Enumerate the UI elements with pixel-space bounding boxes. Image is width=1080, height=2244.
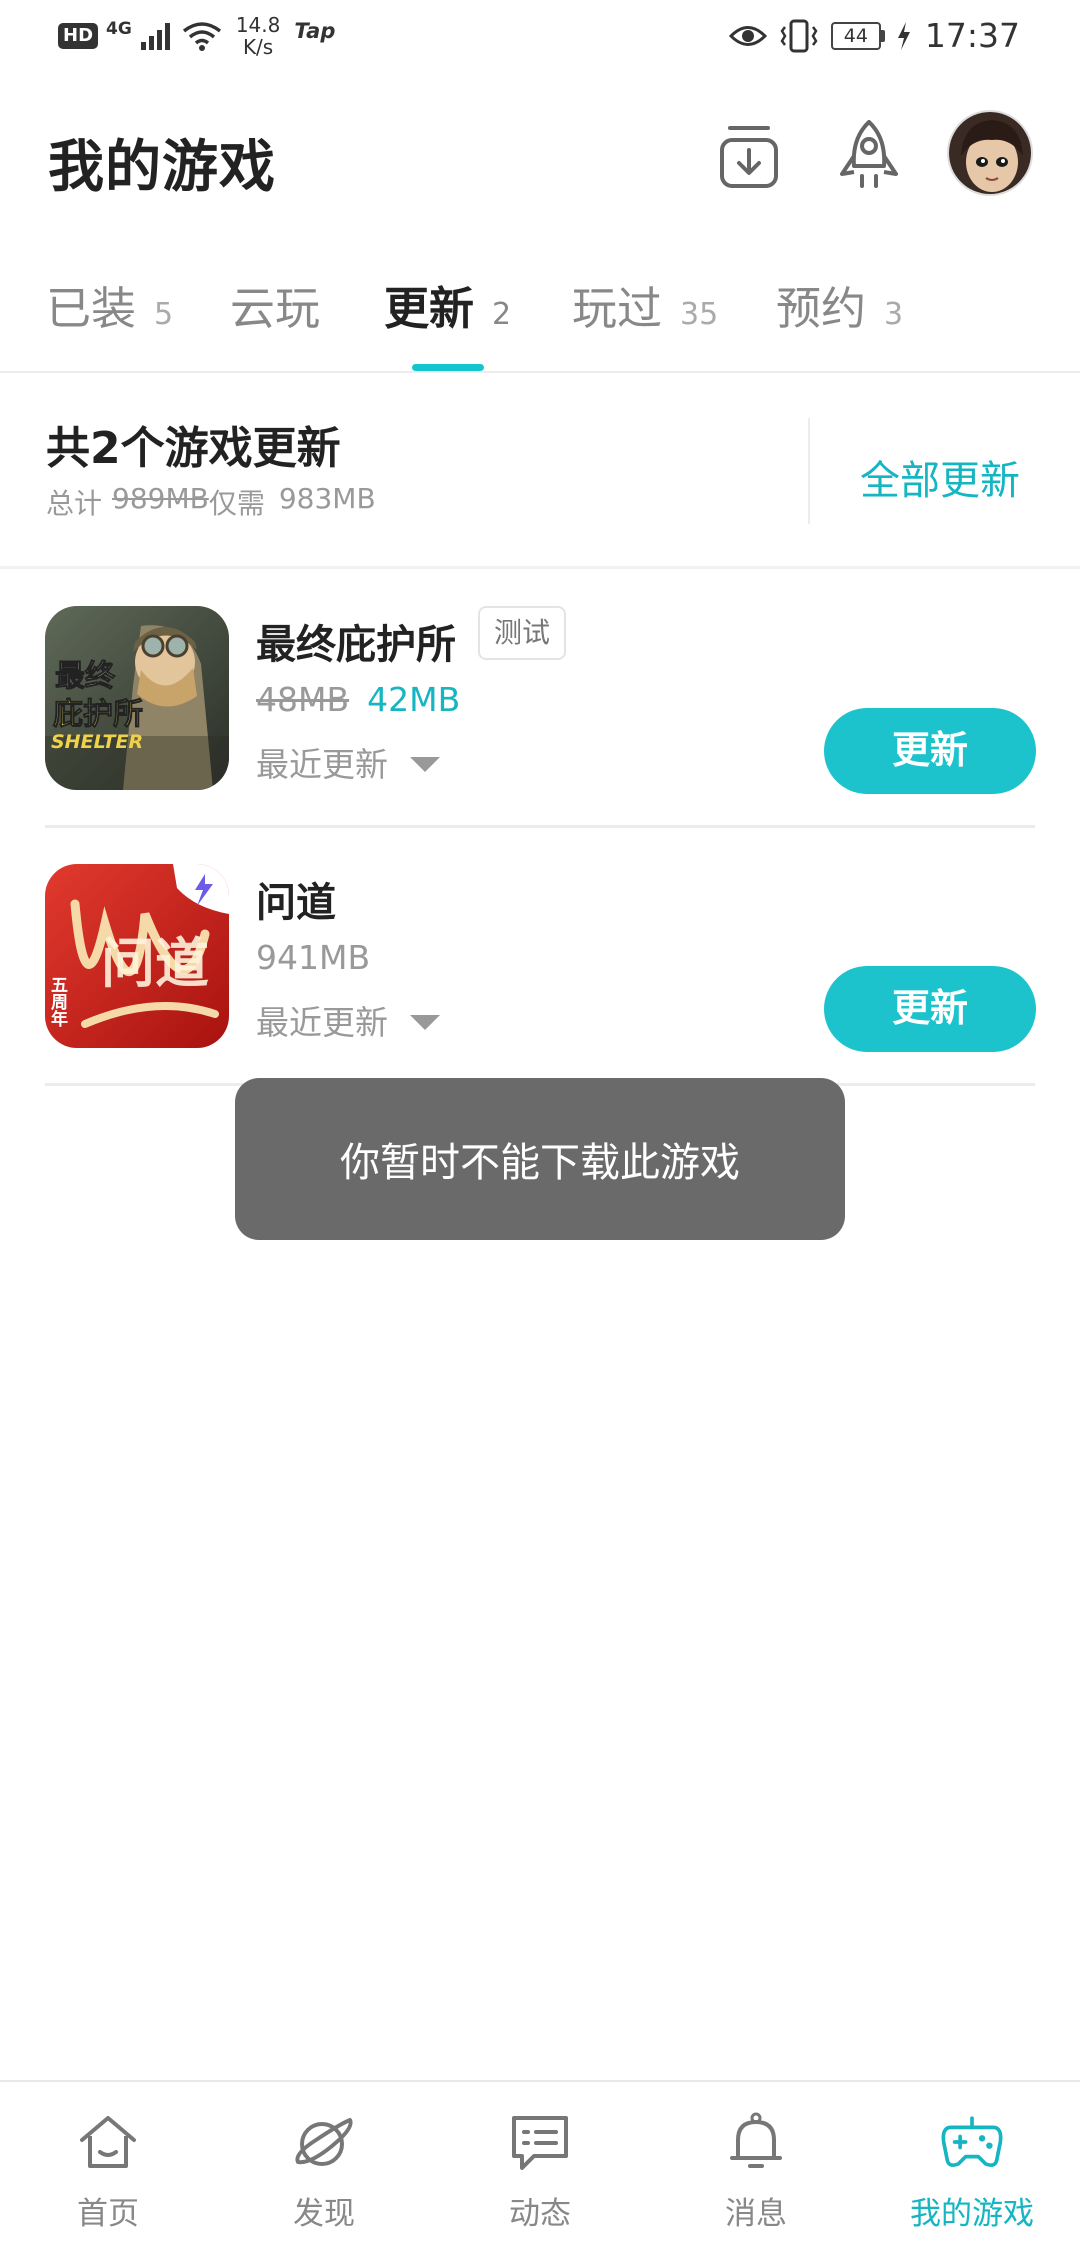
bell-icon [724,2110,788,2174]
battery-level: 44 [830,21,881,50]
tab-cloud-play[interactable]: 云玩 [230,272,320,337]
eye-icon [728,25,767,46]
nav-label: 发现 [293,2196,355,2232]
hd-badge: HD [58,23,99,49]
net-speed: 14.8 K/s [236,14,281,58]
charging-icon [897,21,910,50]
signal-icon [140,23,170,50]
dropdown-arrow-icon [410,1014,440,1030]
nav-label: 消息 [725,2196,787,2232]
update-summary-size: 总计 989MB 仅需 983MB [46,482,376,522]
user-avatar[interactable] [947,110,1033,196]
game-icon-final-shelter[interactable]: 最终 庇护所 SHELTER [45,606,229,790]
tab-label: 预约 [776,282,867,335]
avatar-image [949,112,1031,194]
download-manager-button[interactable] [712,118,786,192]
status-right: 44 17:37 [728,16,1020,55]
status-bar: HD 4G 14.8 K/s Tap 44 17:37 [0,0,1080,72]
bottom-navigation: 首页 发现 动态 消息 我的游戏 [0,2080,1080,2244]
game-tabs: 已装 5 云玩 更新 2 玩过 35 预约 3 [0,272,1080,372]
clock: 17:37 [924,16,1020,55]
tab-count: 2 [492,297,512,332]
recent-update-label: 最近更新 [256,1003,388,1042]
tab-label: 更新 [384,282,475,335]
recent-update-toggle[interactable]: 最近更新 [256,996,440,1044]
icon-text: 庇护所 [53,697,143,732]
new-size: 42MB [367,680,461,719]
wifi-icon [182,22,221,51]
nav-my-games[interactable]: 我的游戏 [892,2082,1052,2244]
total-mid-text: 仅需 [208,487,265,520]
tab-played[interactable]: 玩过 35 [572,272,718,337]
tab-reserved[interactable]: 预约 3 [776,272,903,337]
tab-installed[interactable]: 已装 5 [46,272,173,337]
chat-icon [508,2110,572,2174]
nav-label: 动态 [509,2196,571,2232]
icon-text: 五周年 [47,976,68,1028]
status-left: HD 4G 14.8 K/s Tap [58,14,335,58]
rocket-icon [840,120,898,188]
old-size: 48MB [256,680,350,719]
recent-update-label: 最近更新 [256,745,388,784]
total-prefix: 总计 [46,487,103,520]
toast-message: 你暂时不能下载此游戏 [235,1078,845,1240]
dropdown-arrow-icon [410,756,440,772]
tab-updates[interactable]: 更新 2 [384,272,511,337]
planet-icon [292,2110,356,2174]
summary-divider-vertical [808,418,810,524]
net-speed-value: 14.8 [235,13,281,37]
battery-tip [880,29,885,42]
network-type: 4G [106,19,132,39]
icon-text: SHELTER [51,731,143,753]
battery-indicator: 44 [830,21,885,50]
tab-label: 玩过 [572,282,663,335]
game-list-item[interactable]: 最终 庇护所 SHELTER 最终庇护所 测试 48MB 42MB 最近更新 更… [0,568,1080,828]
nav-home[interactable]: 首页 [28,2082,188,2244]
tab-label: 已装 [46,282,137,335]
test-badge: 测试 [478,606,567,660]
tab-label: 云玩 [230,282,321,335]
active-tab-indicator [412,364,484,371]
game-list-item[interactable]: 问道 五周年 问道 941MB 最近更新 更新 [0,826,1080,1086]
game-title[interactable]: 问道 [256,870,336,928]
icon-text: 最终 [55,659,116,694]
nav-label: 首页 [77,2196,139,2232]
update-summary-title: 共2个游戏更新 [46,423,341,474]
game-size-value: 941MB [256,938,371,977]
game-icon-image: 最终 庇护所 SHELTER [45,606,229,790]
update-button[interactable]: 更新 [824,966,1036,1052]
tab-count: 3 [884,297,904,332]
icon-text: 问道 [101,931,209,995]
tab-count: 35 [680,297,719,332]
nav-label: 我的游戏 [910,2196,1034,2232]
total-new-size: 983MB [278,482,376,515]
nav-feed[interactable]: 动态 [460,2082,620,2244]
net-speed-unit: K/s [242,35,274,59]
game-size: 941MB [256,938,370,977]
tab-count: 5 [154,297,174,332]
download-icon [720,126,778,188]
update-all-button[interactable]: 全部更新 [860,448,1020,506]
game-icon-wendao[interactable]: 问道 五周年 [45,864,229,1048]
recent-update-toggle[interactable]: 最近更新 [256,738,440,786]
page-title: 我的游戏 [48,135,276,200]
tabs-divider [0,371,1080,373]
nav-messages[interactable]: 消息 [676,2082,836,2244]
home-icon [76,2110,140,2174]
gamepad-icon [940,2110,1004,2174]
game-booster-button[interactable] [832,118,906,192]
update-button[interactable]: 更新 [824,708,1036,794]
vibrate-icon [780,19,818,52]
total-old-size: 989MB [112,482,209,515]
taptap-notification-icon: Tap [294,19,336,43]
nav-discover[interactable]: 发现 [244,2082,404,2244]
game-title[interactable]: 最终庇护所 [256,612,456,670]
game-icon-image: 问道 五周年 [45,864,229,1048]
game-size: 48MB 42MB [256,680,460,719]
